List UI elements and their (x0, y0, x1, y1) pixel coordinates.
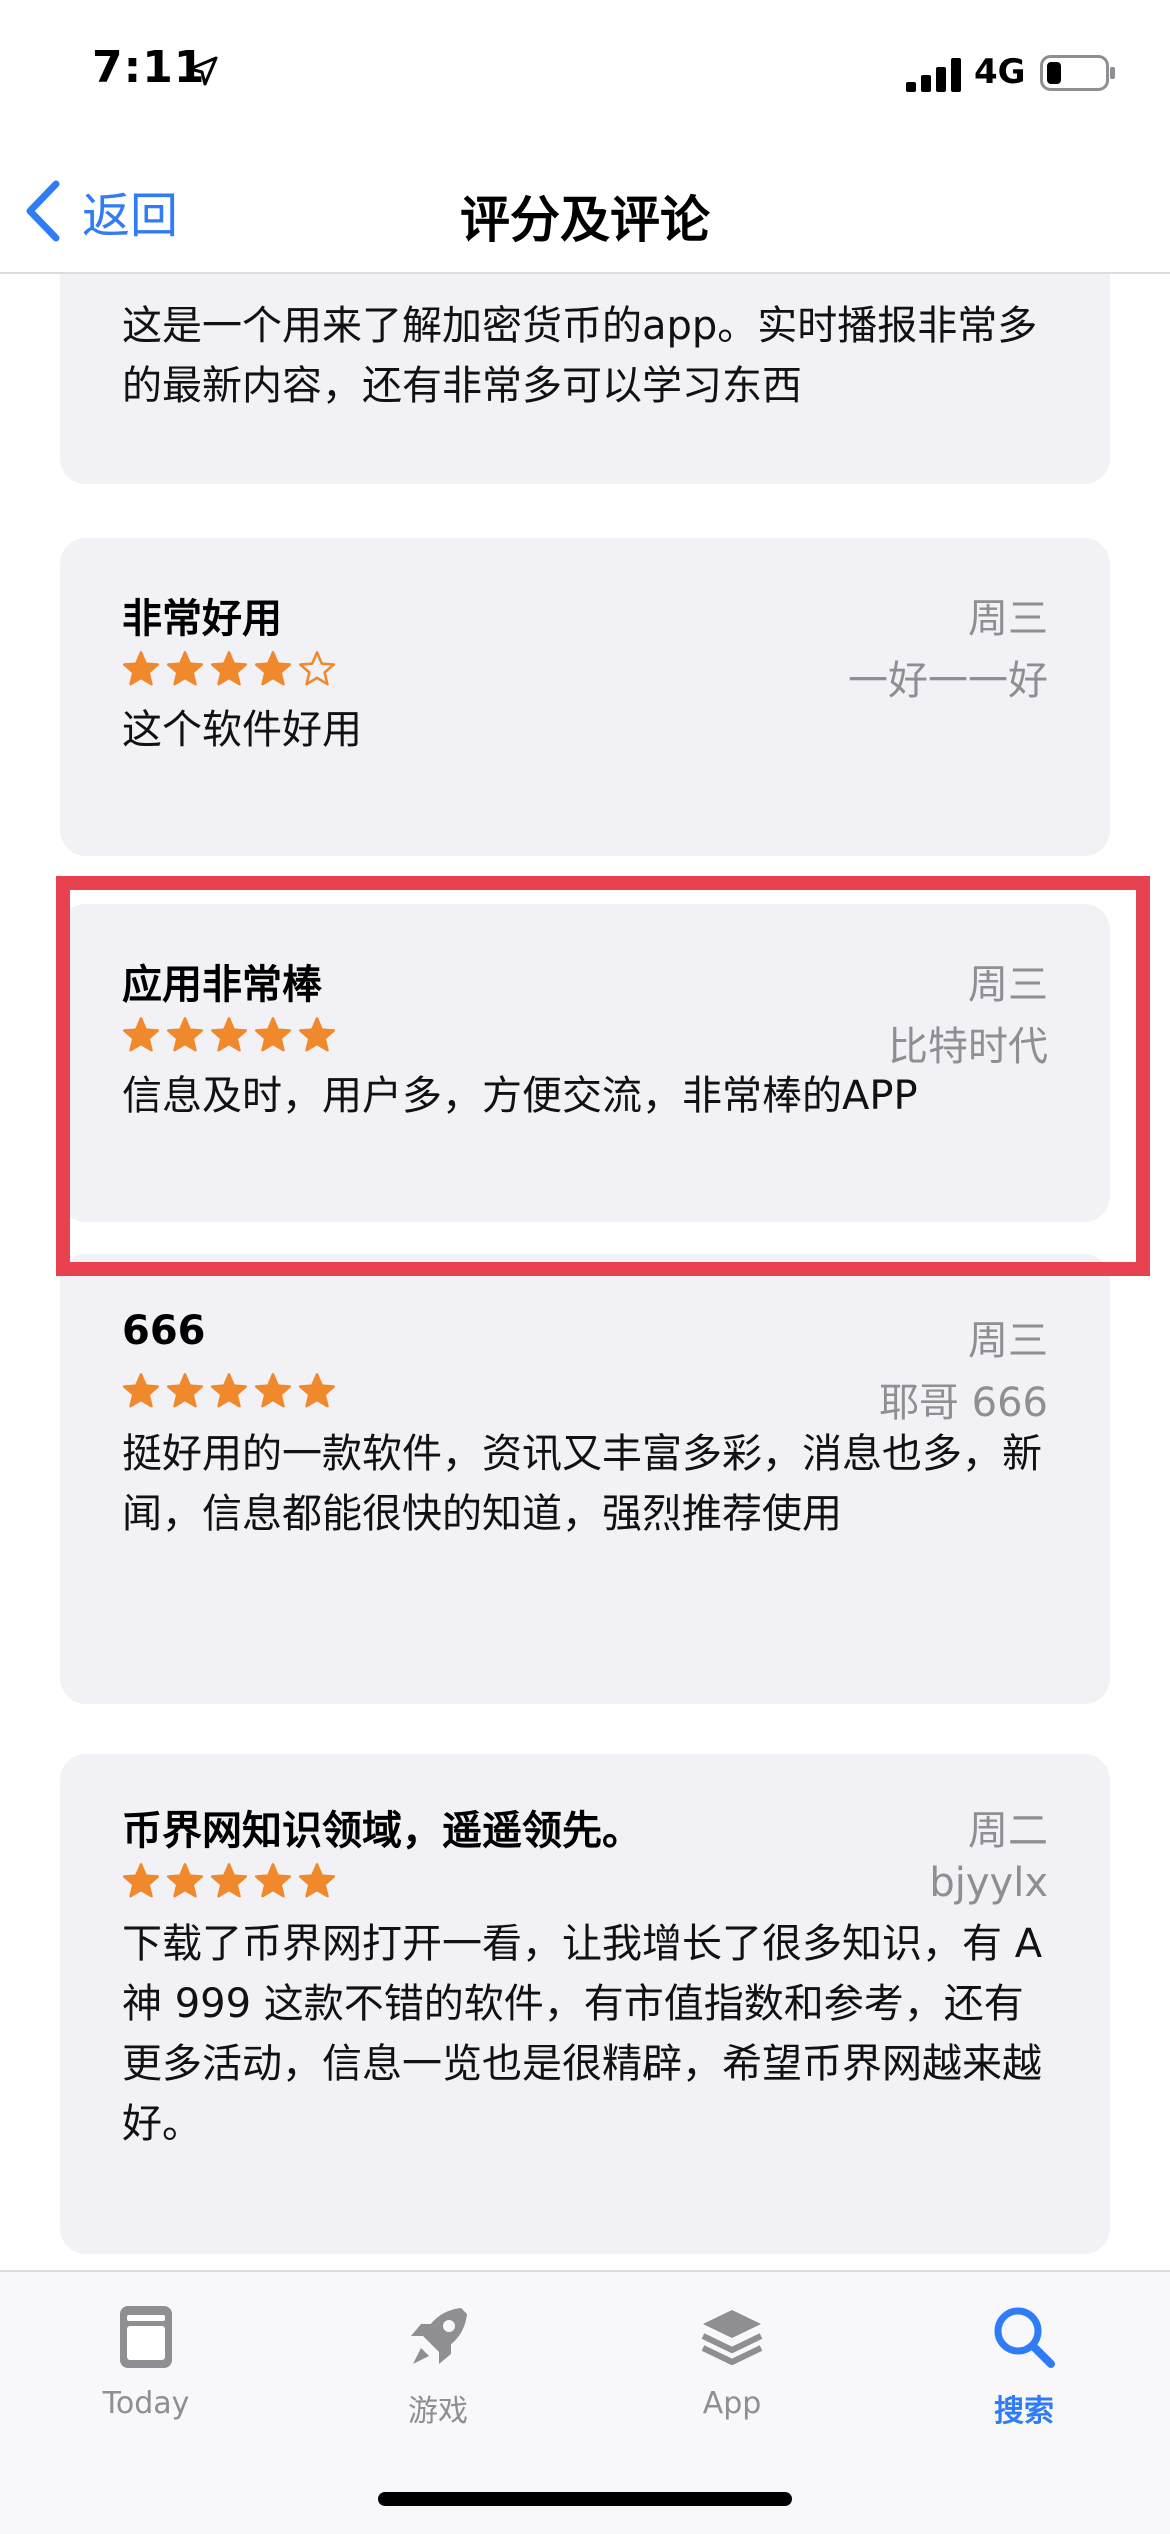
star-filled-icon (210, 1863, 248, 1898)
cellular-signal-icon (906, 58, 961, 92)
rocket-icon (411, 2308, 467, 2364)
star-filled-icon (122, 1863, 160, 1898)
star-rating (122, 1016, 336, 1054)
location-arrow-icon (188, 56, 218, 86)
review-title: 666 (122, 1308, 206, 1354)
review-list[interactable]: 这是一个用来了解加密货币的app。实时播报非常多的最新内容，还有非常多可以学习东… (0, 274, 1170, 2270)
review-author: 耶哥 666 (878, 1380, 1048, 1426)
star-rating (122, 1372, 336, 1410)
star-filled-icon (166, 1017, 204, 1052)
battery-icon (1040, 55, 1115, 91)
network-type: 4G (974, 52, 1026, 92)
status-bar: 7:11 4G (0, 0, 1170, 150)
star-filled-icon (166, 1863, 204, 1898)
review-body: 这个软件好用 (122, 707, 362, 753)
star-filled-icon (254, 651, 292, 686)
navigation-bar: 返回 评分及评论 (0, 150, 1170, 274)
tab-today[interactable]: Today (46, 2302, 246, 2421)
star-filled-icon (210, 1373, 248, 1408)
today-icon (120, 2306, 172, 2368)
tab-label: 游戏 (408, 2394, 468, 2429)
star-filled-icon (254, 1373, 292, 1408)
review-date: 周三 (968, 1318, 1048, 1364)
star-filled-icon (210, 651, 248, 686)
review-date: 周三 (968, 596, 1048, 642)
tab-label: App (702, 2386, 762, 2421)
review-body: 信息及时，用户多，方便交流，非常棒的APP (122, 1073, 918, 1119)
star-filled-icon (166, 1373, 204, 1408)
star-filled-icon (122, 1017, 160, 1052)
review-card[interactable]: 666 周三 耶哥 666 挺好用的一款软件，资讯又丰富多彩，消息也多，新闻，信… (60, 1254, 1110, 1704)
tab-games[interactable]: 游戏 (338, 2302, 538, 2430)
tab-apps[interactable]: App (632, 2302, 832, 2421)
review-author: 比特时代 (888, 1024, 1048, 1070)
review-title: 币界网知识领域，遥遥领先。 (122, 1808, 642, 1854)
star-filled-icon (122, 651, 160, 686)
star-filled-icon (254, 1863, 292, 1898)
star-filled-icon (210, 1017, 248, 1052)
search-icon (994, 2307, 1055, 2368)
review-date: 周三 (968, 962, 1048, 1008)
star-filled-icon (298, 1017, 336, 1052)
review-title: 应用非常棒 (122, 962, 322, 1008)
star-filled-icon (298, 1863, 336, 1898)
star-filled-icon (122, 1373, 160, 1408)
star-rating (122, 1862, 336, 1900)
review-card[interactable]: 这是一个用来了解加密货币的app。实时播报非常多的最新内容，还有非常多可以学习东… (60, 274, 1110, 484)
tab-label: Today (102, 2386, 190, 2421)
star-rating (122, 650, 336, 688)
review-date: 周二 (968, 1808, 1048, 1854)
review-body: 下载了币界网打开一看，让我增长了很多知识，有 A 神 999 这款不错的软件，有… (122, 1921, 1043, 2147)
review-author: 一好一一好 (848, 658, 1048, 704)
tab-search[interactable]: 搜索 (924, 2302, 1124, 2430)
star-empty-icon (298, 651, 336, 686)
tab-label: 搜索 (994, 2394, 1054, 2429)
review-title: 非常好用 (122, 596, 282, 642)
star-filled-icon (166, 651, 204, 686)
review-card[interactable]: 币界网知识领域，遥遥领先。 周二 bjyylx 下载了币界网打开一看，让我增长了… (60, 1754, 1110, 2254)
review-card[interactable]: 应用非常棒 周三 比特时代 信息及时，用户多，方便交流，非常棒的APP (60, 904, 1110, 1222)
star-filled-icon (254, 1017, 292, 1052)
star-filled-icon (298, 1373, 336, 1408)
review-author: bjyylx (929, 1860, 1048, 1906)
review-body: 这是一个用来了解加密货币的app。实时播报非常多的最新内容，还有非常多可以学习东… (122, 303, 1038, 409)
review-body: 挺好用的一款软件，资讯又丰富多彩，消息也多，新闻，信息都能很快的知道，强烈推荐使… (122, 1431, 1042, 1537)
app-stack-icon (701, 2310, 763, 2365)
page-title: 评分及评论 (460, 191, 710, 249)
home-indicator (378, 2492, 792, 2506)
review-card[interactable]: 非常好用 周三 一好一一好 这个软件好用 (60, 538, 1110, 856)
